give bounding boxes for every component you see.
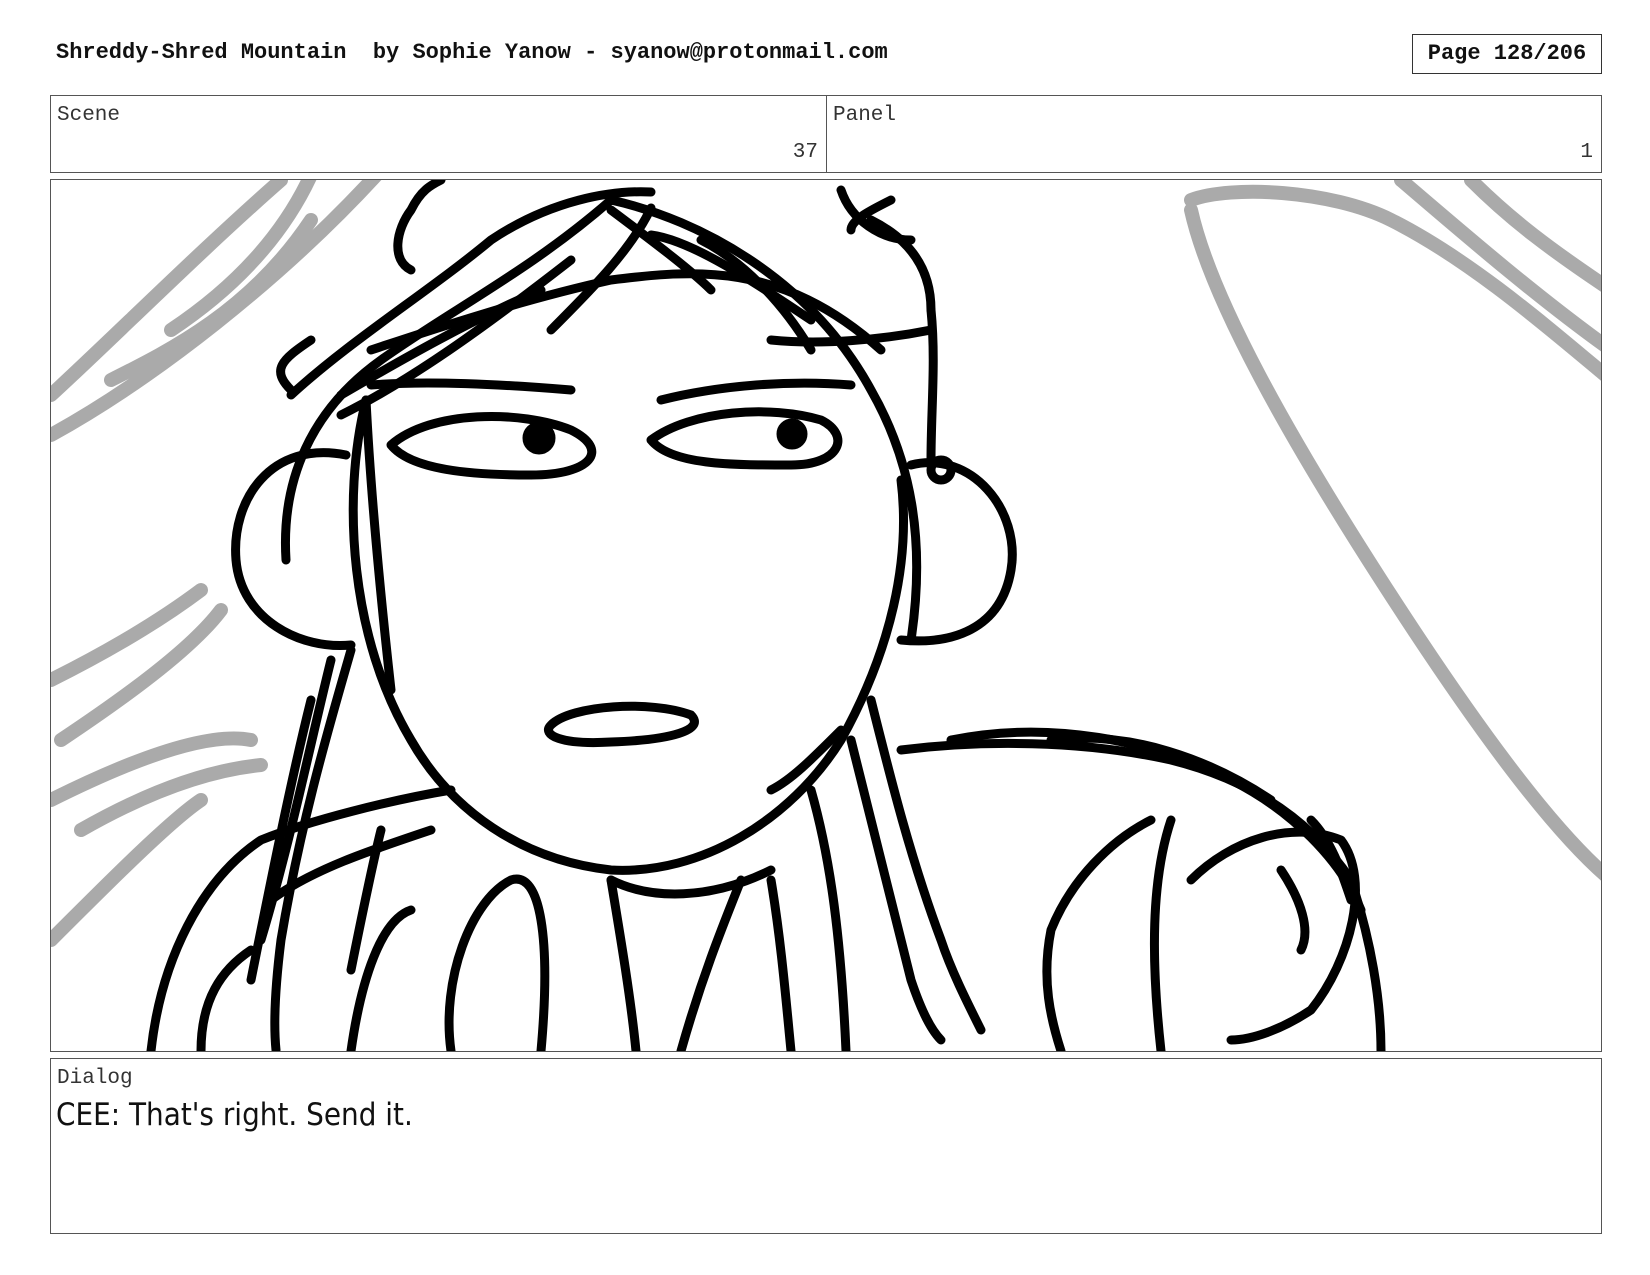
storyboard-frame [50, 179, 1602, 1052]
storyboard-title: Shreddy-Shred Mountain by Sophie Yanow -… [56, 40, 888, 65]
page-number-badge: Page 128/206 [1412, 34, 1602, 74]
scene-label: Scene [57, 104, 121, 127]
scene-number: 37 [792, 141, 818, 164]
character-sketch [51, 180, 1601, 1051]
scene-box: Scene 37 [50, 95, 827, 173]
panel-number: 1 [1580, 141, 1593, 164]
dialog-label: Dialog [57, 1067, 133, 1090]
panel-box: Panel 1 [826, 95, 1602, 173]
dialog-box: Dialog CEE: That's right. Send it. [50, 1058, 1602, 1234]
dialog-text: CEE: That's right. Send it. [56, 1097, 413, 1133]
panel-label: Panel [833, 104, 897, 127]
character-lines [146, 180, 1386, 1051]
